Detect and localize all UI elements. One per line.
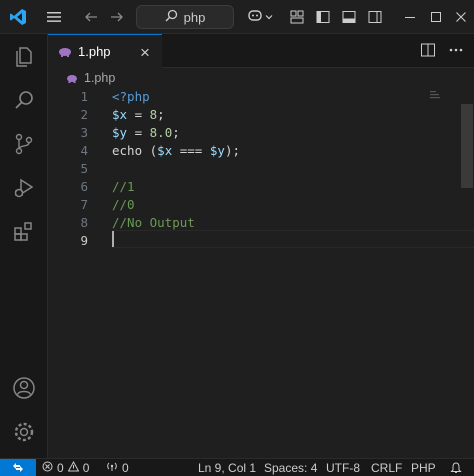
warning-icon: [67, 460, 80, 475]
code-line[interactable]: 4 echo ($x === $y);: [48, 142, 474, 160]
search-text: php: [183, 9, 206, 25]
problems-indicator[interactable]: 0 0: [42, 459, 89, 476]
close-window-icon[interactable]: [450, 0, 472, 34]
code-token: ;: [157, 107, 165, 122]
line-number: 1: [80, 89, 88, 104]
toggle-panel-icon[interactable]: [338, 0, 360, 34]
scrollbar-thumb[interactable]: [461, 104, 473, 188]
line-number: 8: [80, 215, 88, 230]
line-code: //No Output: [112, 214, 195, 232]
source-control-icon[interactable]: [0, 122, 48, 166]
status-bar: 0 0 0 Ln 9, Col 1 Spaces: 4 UTF-8 CRLF P…: [0, 458, 474, 476]
line-number: 9: [80, 233, 88, 248]
code-line[interactable]: 3 $y = 8.0;: [48, 124, 474, 142]
ports-indicator[interactable]: 0: [106, 459, 129, 476]
tab-label: 1.php: [78, 44, 111, 59]
cursor-position[interactable]: Ln 9, Col 1: [198, 459, 256, 476]
code-token: echo: [112, 143, 143, 158]
copilot-button[interactable]: [244, 0, 276, 34]
settings-gear-icon[interactable]: [0, 410, 48, 454]
code-line[interactable]: 2 $x = 8;: [48, 106, 474, 124]
code-line[interactable]: 9: [48, 232, 474, 250]
php-elephant-icon: [58, 47, 72, 57]
code-line[interactable]: 1 <?php: [48, 88, 474, 106]
code-token: //0: [112, 197, 135, 212]
code-token: 8.0: [149, 125, 173, 140]
line-code: <?php: [112, 88, 150, 106]
title-bar: php: [0, 0, 474, 34]
code-line[interactable]: 7 //0: [48, 196, 474, 214]
chevron-down-icon: [265, 8, 273, 26]
line-number: 2: [80, 107, 88, 122]
line-number: 3: [80, 125, 88, 140]
code-line[interactable]: 8 //No Output: [48, 214, 474, 232]
php-elephant-icon: [66, 74, 78, 83]
error-count: 0: [57, 461, 64, 475]
line-code: $y = 8.0;: [112, 124, 180, 142]
line-code: //1: [112, 178, 135, 196]
remote-icon: [12, 461, 24, 476]
code-token: (: [142, 143, 158, 158]
copilot-icon: [247, 8, 263, 27]
notifications-bell-icon[interactable]: [450, 459, 462, 476]
run-debug-icon[interactable]: [0, 166, 48, 210]
split-editor-icon[interactable]: [420, 42, 436, 63]
minimap-preview[interactable]: [430, 88, 442, 106]
line-number: 7: [80, 197, 88, 212]
code-token: =: [127, 107, 150, 122]
indentation[interactable]: Spaces: 4: [264, 459, 317, 476]
code-token: ;: [172, 125, 180, 140]
code-token: //No Output: [112, 215, 195, 230]
explorer-icon[interactable]: [0, 34, 48, 78]
breadcrumb[interactable]: 1.php: [48, 68, 474, 88]
menu-icon[interactable]: [40, 0, 68, 34]
ports-count: 0: [122, 461, 129, 475]
more-actions-icon[interactable]: [448, 42, 464, 63]
warning-count: 0: [82, 461, 90, 475]
forward-arrow-icon[interactable]: [106, 0, 128, 34]
toggle-sidebar-icon[interactable]: [312, 0, 334, 34]
code-token: $y: [112, 125, 128, 140]
maximize-icon[interactable]: [424, 0, 448, 34]
code-token: $y: [209, 143, 225, 158]
tab-1-php[interactable]: 1.php ×: [48, 34, 162, 68]
close-tab-icon[interactable]: ×: [140, 43, 150, 63]
line-code: echo ($x === $y);: [112, 142, 240, 160]
line-number: 4: [80, 143, 88, 158]
language-mode[interactable]: PHP: [411, 459, 436, 476]
code-token: $x: [112, 107, 128, 122]
line-number: 5: [80, 161, 88, 176]
extensions-icon[interactable]: [0, 210, 48, 254]
remote-indicator[interactable]: [0, 459, 36, 476]
code-line[interactable]: 5: [48, 160, 474, 178]
code-token: //1: [112, 179, 135, 194]
error-icon: [42, 461, 53, 475]
minimize-icon[interactable]: [398, 0, 422, 34]
activity-bar: [0, 34, 48, 458]
line-number: 6: [80, 179, 88, 194]
accounts-icon[interactable]: [0, 366, 48, 410]
back-arrow-icon[interactable]: [80, 0, 102, 34]
breadcrumb-file[interactable]: 1.php: [84, 71, 115, 85]
code-token: <?php: [112, 89, 150, 104]
code-token: ===: [172, 143, 210, 158]
code-token: $x: [157, 143, 173, 158]
editor-tabs: 1.php ×: [48, 34, 474, 68]
code-token: );: [224, 143, 240, 158]
search-icon: [165, 9, 178, 25]
line-code: $x = 8;: [112, 106, 165, 124]
toggle-secondary-sidebar-icon[interactable]: [364, 0, 386, 34]
layout-customize-icon[interactable]: [286, 0, 308, 34]
code-line[interactable]: 6 //1: [48, 178, 474, 196]
line-code: //0: [112, 196, 135, 214]
broadcast-icon: [106, 461, 118, 475]
search-icon[interactable]: [0, 78, 48, 122]
encoding[interactable]: UTF-8: [326, 459, 360, 476]
code-editor[interactable]: 1 <?php 2 $x = 8; 3 $y = 8.0; 4 echo ($x === $y…: [48, 88, 474, 458]
code-token: =: [127, 125, 150, 140]
command-center-search[interactable]: php: [136, 5, 234, 29]
end-of-line[interactable]: CRLF: [371, 459, 402, 476]
vscode-logo-icon: [4, 0, 32, 34]
